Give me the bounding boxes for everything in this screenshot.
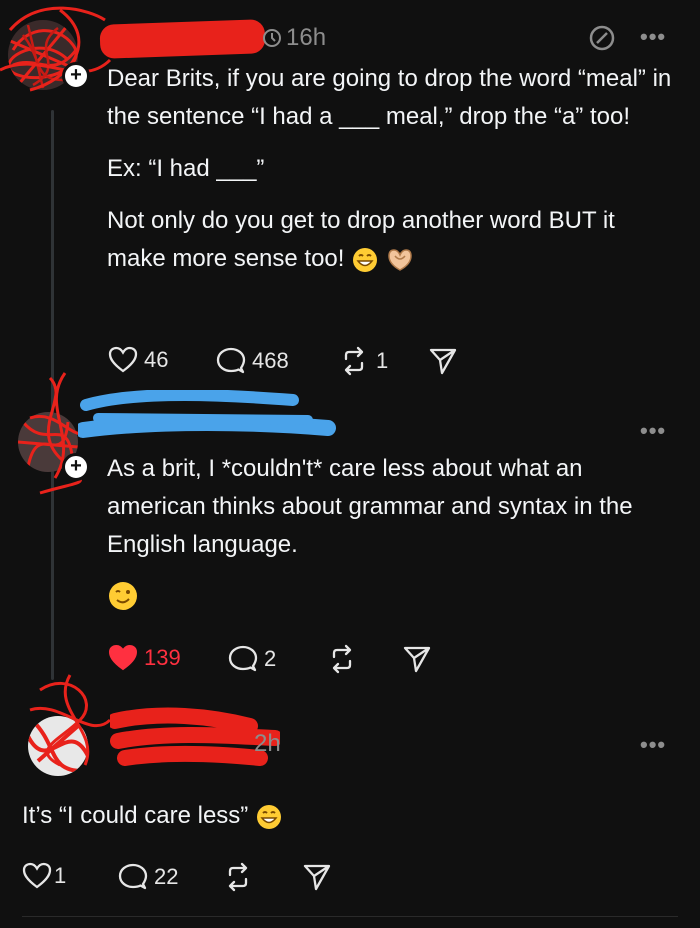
like-count: 139 bbox=[144, 645, 181, 670]
like-button[interactable]: 46 bbox=[108, 346, 168, 374]
share-icon bbox=[429, 348, 457, 375]
follow-plus-icon[interactable]: + bbox=[62, 453, 90, 481]
post-body: Dear Brits, if you are going to drop the… bbox=[107, 60, 677, 278]
repost-count: 1 bbox=[376, 348, 389, 373]
heart-icon bbox=[108, 644, 138, 671]
grin-emoji bbox=[353, 247, 378, 272]
repost-icon bbox=[344, 346, 364, 376]
post-paragraph: Ex: “I had ___” bbox=[107, 155, 265, 182]
reply-button[interactable]: 468 bbox=[216, 346, 289, 376]
comment-icon bbox=[228, 645, 258, 672]
repost-button[interactable] bbox=[222, 862, 254, 892]
reply-body: As a brit, I *couldn't* care less about … bbox=[107, 450, 677, 564]
post-paragraph: Not only do you get to drop another word… bbox=[107, 202, 677, 278]
username-redaction bbox=[99, 19, 266, 59]
grin-emoji bbox=[256, 804, 281, 829]
repost-icon bbox=[228, 862, 248, 892]
repost-button[interactable] bbox=[326, 644, 358, 674]
reply-button[interactable]: 2 bbox=[228, 644, 276, 674]
wink-emoji bbox=[109, 582, 137, 610]
reply-text: It’s “I could care less” bbox=[22, 797, 662, 835]
repost-button[interactable]: 1 bbox=[338, 346, 388, 376]
more-icon[interactable]: ••• bbox=[640, 732, 666, 758]
reply-count: 22 bbox=[154, 864, 179, 889]
reply-body: It’s “I could care less” bbox=[22, 797, 662, 835]
share-icon bbox=[303, 864, 331, 891]
reply-button[interactable]: 22 bbox=[118, 862, 178, 892]
edit-icon[interactable] bbox=[588, 24, 616, 52]
more-icon[interactable]: ••• bbox=[640, 418, 666, 444]
comment-icon bbox=[216, 347, 246, 374]
comment-icon bbox=[118, 863, 148, 890]
clock-icon bbox=[263, 29, 281, 47]
share-button[interactable] bbox=[402, 644, 432, 674]
like-button[interactable]: 1 bbox=[22, 862, 66, 890]
reply-text: As a brit, I *couldn't* care less about … bbox=[107, 455, 633, 558]
reply-time: 2h bbox=[254, 730, 281, 757]
like-button[interactable]: 139 bbox=[108, 644, 181, 672]
like-count: 46 bbox=[144, 347, 169, 372]
reply-count: 2 bbox=[264, 646, 277, 671]
heart-icon bbox=[22, 862, 52, 889]
share-button[interactable] bbox=[428, 346, 458, 376]
post-time: 16h bbox=[286, 24, 327, 51]
reply-count: 468 bbox=[252, 348, 289, 373]
heart-hands-emoji bbox=[388, 248, 412, 271]
like-count: 1 bbox=[54, 863, 67, 888]
more-icon[interactable]: ••• bbox=[640, 24, 666, 50]
follow-plus-icon[interactable]: + bbox=[62, 62, 90, 90]
reply-text-content: It’s “I could care less” bbox=[22, 802, 249, 829]
divider bbox=[22, 916, 678, 917]
username-redaction bbox=[78, 390, 336, 438]
post-paragraph: Dear Brits, if you are going to drop the… bbox=[107, 65, 672, 130]
share-button[interactable] bbox=[302, 862, 332, 892]
share-icon bbox=[403, 646, 431, 673]
repost-icon bbox=[332, 644, 352, 674]
heart-icon bbox=[108, 346, 138, 373]
